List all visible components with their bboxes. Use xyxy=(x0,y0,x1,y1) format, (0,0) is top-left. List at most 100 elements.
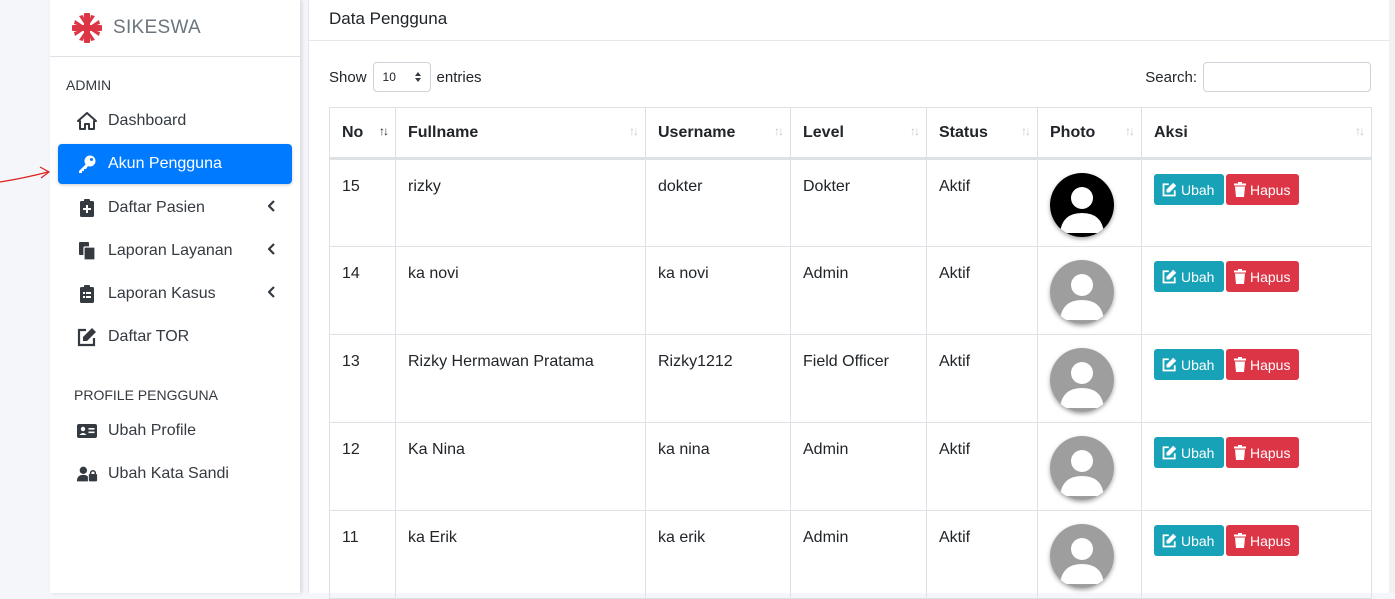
column-header-username[interactable]: Username ↑↓ xyxy=(645,107,791,160)
sidebar-item-label: Daftar Pasien xyxy=(108,198,205,216)
avatar xyxy=(1050,348,1114,412)
delete-button[interactable]: Hapus xyxy=(1226,261,1299,292)
sidebar-item-label: Ubah Profile xyxy=(108,421,197,439)
medical-file-icon xyxy=(76,197,98,219)
sidebar-item-laporan-kasus[interactable]: Laporan Kasus xyxy=(58,274,292,314)
clipboard-list-icon xyxy=(76,283,98,305)
page-length-select[interactable]: 10 xyxy=(372,62,431,92)
chevron-left-icon xyxy=(268,286,275,298)
edit-icon xyxy=(1162,269,1177,284)
delete-button[interactable]: Hapus xyxy=(1226,349,1299,380)
edit-button[interactable]: Ubah xyxy=(1154,525,1224,556)
cell-fullname: Ka Nina xyxy=(395,422,646,511)
cell-status: Aktif xyxy=(926,158,1038,247)
main-content: Data Pengguna Show 10 entries Search: No… xyxy=(308,0,1395,599)
sidebar-item-label: Dashboard xyxy=(108,112,187,129)
sidebar-item-daftar-pasien[interactable]: Daftar Pasien xyxy=(58,188,292,228)
user-lock-icon xyxy=(76,463,98,485)
sidebar-item-ubah-kata-sandi[interactable]: Ubah Kata Sandi xyxy=(58,454,292,494)
cell-aksi: Ubah Hapus xyxy=(1141,422,1372,511)
key-icon xyxy=(76,153,98,175)
trash-icon xyxy=(1234,182,1246,197)
delete-button-label: Hapus xyxy=(1250,268,1291,285)
delete-button-label: Hapus xyxy=(1250,444,1291,461)
page-length-value: 10 xyxy=(382,70,396,84)
column-header-fullname[interactable]: Fullname ↑↓ xyxy=(395,107,646,160)
avatar xyxy=(1050,260,1114,324)
sidebar-item-akun-pengguna[interactable]: Akun Pengguna xyxy=(58,144,292,185)
sidebar-item-label: Ubah Kata Sandi xyxy=(108,465,229,483)
page-title: Data Pengguna xyxy=(309,0,1395,41)
column-header-level[interactable]: Level ↑↓ xyxy=(790,107,927,160)
column-header-aksi[interactable]: Aksi ↑↓ xyxy=(1141,107,1372,160)
sidebar-item-laporan-layanan[interactable]: Laporan Layanan xyxy=(58,231,292,271)
cell-fullname: Rizky Hermawan Pratama xyxy=(395,334,646,423)
cell-no: 15 xyxy=(329,158,396,247)
sort-icon: ↑↓ xyxy=(774,124,784,138)
home-icon xyxy=(76,110,98,132)
cell-username: ka erik xyxy=(645,510,791,599)
sidebar-item-dashboard[interactable]: Dashboard xyxy=(58,101,292,141)
brand[interactable]: SIKESWA xyxy=(50,0,300,57)
copy-icon xyxy=(76,240,98,262)
sort-icon: ↑↓ xyxy=(1355,124,1365,138)
table-row: 11 ka Erik ka erik Admin Aktif Ubah Hapus xyxy=(329,510,1372,599)
cell-status: Aktif xyxy=(926,246,1038,335)
column-header-no[interactable]: No ↑↓ xyxy=(329,107,396,160)
sidebar-item-label: Daftar TOR xyxy=(108,328,190,346)
cell-no: 14 xyxy=(329,246,396,335)
trash-icon xyxy=(1234,357,1246,372)
avatar xyxy=(1050,173,1114,237)
brand-name: SIKESWA xyxy=(113,17,201,38)
cell-level: Field Officer xyxy=(790,334,927,423)
edit-icon xyxy=(1162,357,1177,372)
cell-status: Aktif xyxy=(926,510,1038,599)
cell-username: Rizky1212 xyxy=(645,334,791,423)
delete-button[interactable]: Hapus xyxy=(1226,174,1299,205)
cell-aksi: Ubah Hapus xyxy=(1141,246,1372,335)
sort-icon: ↑↓ xyxy=(1021,124,1031,138)
cell-aksi: Ubah Hapus xyxy=(1141,510,1372,599)
delete-button[interactable]: Hapus xyxy=(1226,525,1299,556)
delete-button[interactable]: Hapus xyxy=(1226,437,1299,468)
column-header-status[interactable]: Status ↑↓ xyxy=(926,107,1038,160)
delete-button-label: Hapus xyxy=(1250,181,1291,198)
cell-photo xyxy=(1037,246,1142,335)
edit-button[interactable]: Ubah xyxy=(1154,174,1224,205)
red-cross-logo-icon xyxy=(72,13,102,43)
edit-button[interactable]: Ubah xyxy=(1154,437,1224,468)
search-input[interactable] xyxy=(1203,62,1371,92)
table-row: 15 rizky dokter Dokter Aktif Ubah Hapus xyxy=(329,158,1372,247)
chevron-left-icon xyxy=(268,199,275,212)
sidebar-item-daftar-tor[interactable]: Daftar TOR xyxy=(58,317,292,357)
sort-icon: ↑↓ xyxy=(629,124,639,138)
cell-level: Admin xyxy=(790,422,927,511)
cell-level: Dokter xyxy=(790,158,927,247)
cell-fullname: ka novi xyxy=(395,246,646,335)
cell-fullname: ka Erik xyxy=(395,510,646,599)
sidebar-item-label: Laporan Layanan xyxy=(108,241,233,259)
sort-icon: ↑↓ xyxy=(910,124,920,138)
edit-button-label: Ubah xyxy=(1181,268,1215,285)
cell-photo xyxy=(1037,510,1142,599)
id-card-icon xyxy=(76,420,98,442)
table-row: 14 ka novi ka novi Admin Aktif Ubah Hapus xyxy=(329,246,1372,335)
sort-icon: ↑↓ xyxy=(1125,124,1135,138)
cell-level: Admin xyxy=(790,246,927,335)
nav-header-admin: ADMIN xyxy=(66,77,112,93)
sidebar-item-ubah-profile[interactable]: Ubah Profile xyxy=(58,411,292,451)
edit-button-label: Ubah xyxy=(1181,532,1215,549)
column-header-photo[interactable]: Photo ↑↓ xyxy=(1037,107,1142,160)
edit-button[interactable]: Ubah xyxy=(1154,349,1224,380)
delete-button-label: Hapus xyxy=(1250,532,1291,549)
cell-no: 12 xyxy=(329,422,396,511)
edit-button-label: Ubah xyxy=(1181,181,1215,198)
users-table: No ↑↓ Fullname ↑↓ Username ↑↓ Level ↑↓ Statu… xyxy=(329,107,1372,599)
edit-icon xyxy=(1162,533,1177,548)
edit-button[interactable]: Ubah xyxy=(1154,261,1224,292)
sidebar: SIKESWA ADMIN Dashboard Akun Pengguna Da… xyxy=(50,0,300,593)
cell-status: Aktif xyxy=(926,334,1038,423)
vertical-scrollbar[interactable] xyxy=(1389,0,1395,593)
cell-username: ka novi xyxy=(645,246,791,335)
sidebar-item-label: Laporan Kasus xyxy=(108,285,216,303)
